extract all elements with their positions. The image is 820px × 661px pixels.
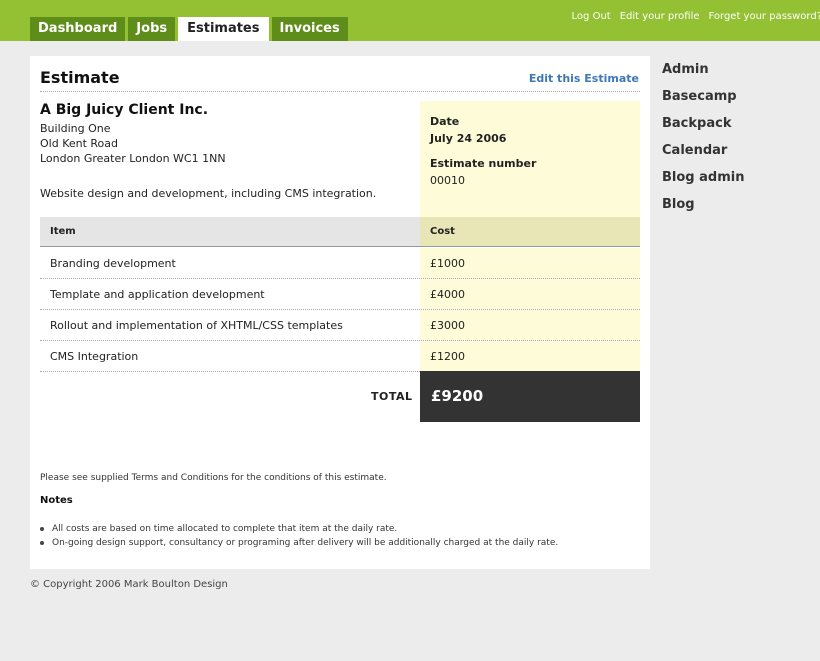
estimate-panel: Estimate Edit this Estimate A Big Juicy … <box>30 56 650 569</box>
table-row: Rollout and implementation of XHTML/CSS … <box>40 310 640 341</box>
tab-estimates[interactable]: Estimates <box>178 17 269 41</box>
item-column-header: Item <box>50 226 76 237</box>
total-box: £9200 <box>420 371 640 422</box>
sidebar-item-admin[interactable]: Admin <box>662 62 744 89</box>
sidebar: Admin Basecamp Backpack Calendar Blog ad… <box>662 62 744 224</box>
sidebar-item-blog[interactable]: Blog <box>662 197 744 224</box>
sidebar-item-blog-admin[interactable]: Blog admin <box>662 170 744 197</box>
sidebar-item-backpack[interactable]: Backpack <box>662 116 744 143</box>
forget-password-link[interactable]: Forget your password? <box>709 11 820 22</box>
estimate-number-label: Estimate number <box>430 157 537 170</box>
client-address-line: London Greater London WC1 1NN <box>40 152 226 165</box>
edit-estimate-link[interactable]: Edit this Estimate <box>529 72 639 85</box>
edit-profile-link[interactable]: Edit your profile <box>620 11 700 22</box>
bullet-icon <box>40 541 44 545</box>
estimate-description: Website design and development, includin… <box>40 187 377 200</box>
notes-list: All costs are based on time allocated to… <box>40 522 558 550</box>
row-item: Branding development <box>50 257 176 270</box>
tab-dashboard[interactable]: Dashboard <box>30 17 126 41</box>
table-row: Template and application development £40… <box>40 279 640 310</box>
title-divider <box>40 91 640 92</box>
total-label: TOTAL <box>371 390 413 403</box>
log-out-link[interactable]: Log Out <box>572 11 611 22</box>
estimate-number-value: 00010 <box>430 174 465 187</box>
client-address-line: Old Kent Road <box>40 137 119 150</box>
note-text: On-going design support, consultancy or … <box>52 538 559 548</box>
bullet-icon <box>40 527 44 531</box>
total-value: £9200 <box>431 387 484 405</box>
sidebar-item-calendar[interactable]: Calendar <box>662 143 744 170</box>
row-cost: £3000 <box>430 319 465 332</box>
row-item: Rollout and implementation of XHTML/CSS … <box>50 319 343 332</box>
date-value: July 24 2006 <box>430 132 507 145</box>
note-text: All costs are based on time allocated to… <box>52 524 398 534</box>
user-links: Log Out Edit your profile Forget your pa… <box>563 11 820 22</box>
list-item: All costs are based on time allocated to… <box>40 522 558 536</box>
client-name: A Big Juicy Client Inc. <box>40 102 209 118</box>
footer-copyright: © Copyright 2006 Mark Boulton Design <box>30 579 228 590</box>
client-address-line: Building One <box>40 122 111 135</box>
sidebar-item-basecamp[interactable]: Basecamp <box>662 89 744 116</box>
row-cost: £1200 <box>430 350 465 363</box>
table-header-item-cell <box>40 217 420 247</box>
date-label: Date <box>430 115 460 128</box>
row-cost: £1000 <box>430 257 465 270</box>
notes-heading: Notes <box>40 495 73 506</box>
terms-note: Please see supplied Terms and Conditions… <box>40 473 387 483</box>
list-item: On-going design support, consultancy or … <box>40 536 558 550</box>
cost-column-header: Cost <box>430 226 455 237</box>
row-item: Template and application development <box>50 288 265 301</box>
table-row: CMS Integration £1200 <box>40 341 640 372</box>
table-row: Branding development £1000 <box>40 248 640 279</box>
row-item: CMS Integration <box>50 350 139 363</box>
main-tabs: Dashboard Jobs Estimates Invoices <box>30 17 351 41</box>
tab-jobs[interactable]: Jobs <box>128 17 176 41</box>
page-title: Estimate <box>40 68 120 87</box>
top-nav-bar: Dashboard Jobs Estimates Invoices Log Ou… <box>0 0 820 41</box>
estimate-meta-box: Date July 24 2006 Estimate number 00010 <box>420 101 640 217</box>
tab-invoices[interactable]: Invoices <box>271 17 348 41</box>
row-cost: £4000 <box>430 288 465 301</box>
